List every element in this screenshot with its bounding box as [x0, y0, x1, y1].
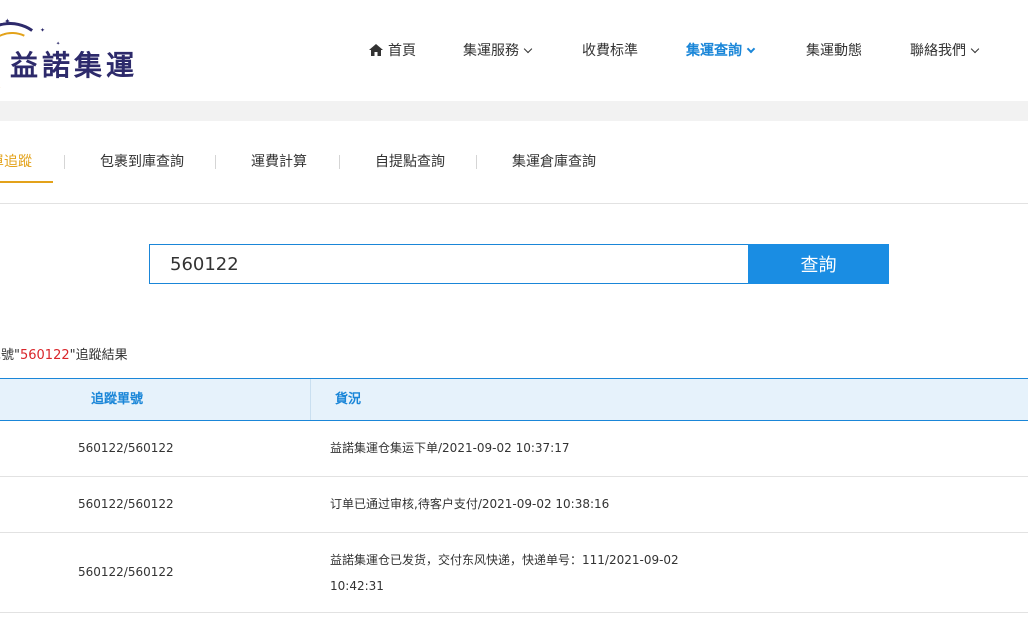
- nav-item-label: 聯絡我們: [910, 43, 966, 59]
- nav-item-label: 集運查詢: [686, 43, 742, 59]
- table-header: 追蹤單號 貨況: [0, 378, 1028, 421]
- subtab-pickup-point[interactable]: 自提點查詢: [375, 152, 445, 172]
- nav-item-services[interactable]: 集運服務: [463, 40, 533, 62]
- column-header-status: 貨況: [335, 392, 362, 407]
- tab-divider: [476, 155, 477, 169]
- cell-status: 益諾集運仓已发货，交付东风快递，快递单号：111/2021-09-02 10:4…: [330, 553, 679, 593]
- tracking-results-table: 追蹤單號 貨況 560122/560122 益諾集運仓集运下单/2021-09-…: [0, 378, 1028, 613]
- subtab-parcel-arrival[interactable]: 包裹到庫查詢: [100, 152, 184, 172]
- active-tab-indicator: [0, 181, 53, 183]
- nav-item-home[interactable]: 首頁: [369, 40, 416, 62]
- tab-divider: [339, 155, 340, 169]
- home-icon: [369, 44, 383, 56]
- chevron-down-icon: [746, 44, 756, 54]
- cell-status: 益諾集運仓集运下单/2021-09-02 10:37:17: [330, 441, 570, 455]
- star-icon: ✦: [40, 27, 46, 34]
- cell-tracking-number: 560122/560122: [78, 441, 174, 455]
- chevron-down-icon: [970, 44, 980, 54]
- tracking-subtabs: 運單追蹤 包裹到庫查詢 運費計算 自提點查詢 集運倉庫查詢: [0, 121, 1028, 204]
- subtab-waybill-tracking[interactable]: 運單追蹤: [0, 152, 32, 172]
- header-divider-band: [0, 101, 1028, 121]
- main-nav: 首頁 集運服務 收費标準 集運查詢 集運動態 聯絡我們: [0, 40, 1028, 62]
- nav-item-pricing[interactable]: 收費标準: [582, 40, 638, 62]
- column-divider: [310, 379, 311, 420]
- table-row: 560122/560122 益諾集運仓已发货，交付东风快递，快递单号：111/2…: [0, 533, 1028, 613]
- cell-status: 订单已通过审核,待客户支付/2021-09-02 10:38:16: [330, 497, 610, 511]
- nav-item-label: 集運動態: [806, 43, 862, 59]
- nav-item-label: 收費标準: [582, 43, 638, 59]
- star-icon: ✦: [4, 17, 11, 26]
- result-caption-suffix: "追蹤結果: [69, 348, 128, 363]
- subtab-warehouse[interactable]: 集運倉庫查詢: [512, 152, 596, 172]
- tracking-number-input[interactable]: [149, 244, 749, 284]
- nav-item-label: 首頁: [388, 43, 416, 59]
- nav-item-tracking[interactable]: 集運查詢: [686, 40, 756, 62]
- table-row: 560122/560122 订单已通过审核,待客户支付/2021-09-02 1…: [0, 477, 1028, 533]
- cell-tracking-number: 560122/560122: [78, 497, 174, 511]
- column-header-tracking-number: 追蹤單號: [91, 392, 144, 407]
- search-button[interactable]: 查詢: [748, 244, 889, 284]
- result-caption-prefix: 單號": [0, 348, 20, 363]
- nav-item-contact[interactable]: 聯絡我們: [910, 40, 980, 62]
- tab-divider: [64, 155, 65, 169]
- site-header: ✦ ✦ ✦ 益諾集運 首頁 集運服務 收費标準 集運查詢 集運動態 聯絡我們: [0, 0, 1028, 109]
- table-row: 560122/560122 益諾集運仓集运下单/2021-09-02 10:37…: [0, 421, 1028, 477]
- tab-divider: [215, 155, 216, 169]
- nav-item-label: 集運服務: [463, 43, 519, 59]
- result-caption: 單號"560122"追蹤結果: [0, 347, 128, 365]
- subtab-freight-calculator[interactable]: 運費計算: [251, 152, 307, 172]
- cell-tracking-number: 560122/560122: [78, 565, 174, 579]
- result-tracking-number: 560122: [19, 348, 70, 363]
- nav-item-news[interactable]: 集運動態: [806, 40, 862, 62]
- chevron-down-icon: [523, 44, 533, 54]
